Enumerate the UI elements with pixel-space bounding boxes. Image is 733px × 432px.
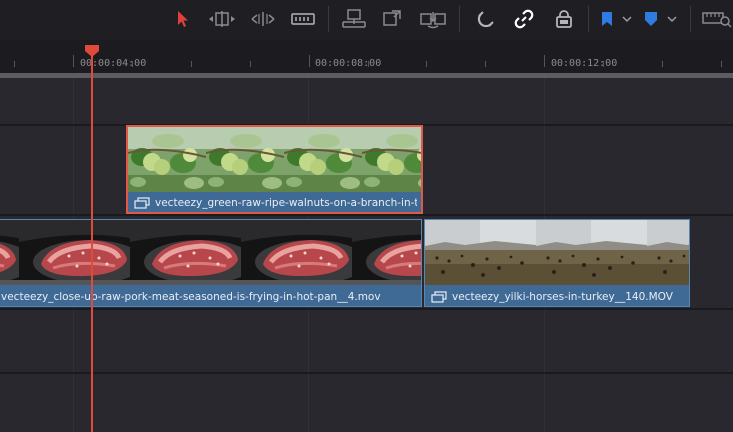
chevron-down-icon — [621, 16, 632, 23]
position-lock-icon — [556, 10, 572, 28]
dynamic-trim-button[interactable] — [248, 6, 278, 32]
dynamic-trim-icon — [251, 12, 275, 26]
replace-clip-icon — [420, 12, 446, 29]
ruler-tick — [191, 61, 192, 67]
pork-thumbnail-strip — [0, 220, 421, 285]
replace-clip-button[interactable] — [418, 6, 448, 32]
insert-clip-button[interactable] — [339, 6, 369, 32]
video-clip-icon — [431, 291, 447, 303]
playhead-line[interactable] — [91, 50, 93, 432]
selection-tool-button[interactable] — [168, 6, 198, 32]
video-clip-pork[interactable]: vecteezy_close-up-raw-pork-meat-seasoned… — [0, 219, 422, 307]
ruler-tick — [73, 55, 74, 67]
timeline-toolbar — [0, 0, 733, 40]
ruler-tick — [250, 61, 251, 67]
linked-selection-icon — [514, 9, 534, 29]
clip-thumbnails — [0, 220, 421, 285]
overwrite-clip-icon — [383, 10, 401, 26]
clip-thumbnails — [128, 127, 421, 192]
clip-name: vecteezy_green-raw-ripe-walnuts-on-a-bra… — [155, 197, 417, 209]
blade-tool-icon — [291, 13, 315, 25]
clip-label: vecteezy_green-raw-ripe-walnuts-on-a-bra… — [134, 197, 417, 209]
playhead-handle-icon[interactable] — [84, 44, 100, 58]
video-clip-icon — [134, 197, 150, 209]
track-separator — [0, 214, 733, 216]
clip-label: vecteezy_yilki-horses-in-turkey__140.MOV — [431, 291, 685, 303]
ruler-tick — [721, 61, 722, 67]
timecode-label: 00:00:12:00 — [551, 58, 618, 69]
marker-icon — [645, 12, 657, 26]
toolbar-separator — [588, 6, 589, 32]
insert-clip-icon — [342, 9, 366, 28]
timecode-label: 00:00:08:00 — [315, 58, 382, 69]
horses-thumbnail-strip — [425, 220, 689, 285]
flag-dropdown[interactable] — [596, 6, 636, 32]
position-lock-button[interactable] — [549, 6, 579, 32]
toolbar-separator — [690, 6, 691, 32]
walnuts-thumbnail-strip — [128, 127, 421, 192]
toolbar-separator — [459, 6, 460, 32]
flag-icon — [601, 12, 612, 26]
marker-dropdown[interactable] — [640, 6, 682, 32]
clip-thumbnails — [425, 220, 689, 285]
linked-selection-button[interactable] — [509, 6, 539, 32]
trim-edit-button[interactable] — [207, 6, 237, 32]
snapping-icon — [477, 11, 494, 28]
video-clip-walnuts[interactable]: vecteezy_green-raw-ripe-walnuts-on-a-bra… — [126, 125, 423, 214]
zoom-timeline-icon — [701, 12, 732, 28]
overwrite-clip-button[interactable] — [378, 6, 408, 32]
trim-edit-icon — [209, 11, 235, 27]
ruler-tick — [662, 61, 663, 67]
ruler-tick — [544, 55, 545, 67]
blade-tool-button[interactable] — [288, 6, 318, 32]
timeline-ruler[interactable]: 00:00:04:00 00:00:08:00 00:00:12:00 — [0, 40, 733, 73]
track-separator — [0, 372, 733, 374]
ruler-tick — [309, 55, 310, 67]
chevron-down-icon — [667, 16, 677, 23]
clip-name: vecteezy_close-up-raw-pork-meat-seasoned… — [1, 291, 381, 303]
ruler-tick — [485, 61, 486, 67]
toolbar-separator — [328, 6, 329, 32]
snapping-button[interactable] — [471, 6, 501, 32]
timecode-label: 00:00:04:00 — [80, 58, 147, 69]
selection-tool-icon — [178, 11, 188, 27]
clip-label: vecteezy_close-up-raw-pork-meat-seasoned… — [1, 291, 417, 303]
zoom-timeline-button[interactable] — [700, 6, 733, 32]
video-clip-horses[interactable]: vecteezy_yilki-horses-in-turkey__140.MOV — [424, 219, 690, 307]
track-separator — [0, 308, 733, 310]
clip-name: vecteezy_yilki-horses-in-turkey__140.MOV — [452, 291, 673, 303]
ruler-tick — [426, 61, 427, 67]
timeline-tracks[interactable]: vecteezy_green-raw-ripe-walnuts-on-a-bra… — [0, 78, 733, 432]
ruler-tick — [14, 61, 15, 67]
